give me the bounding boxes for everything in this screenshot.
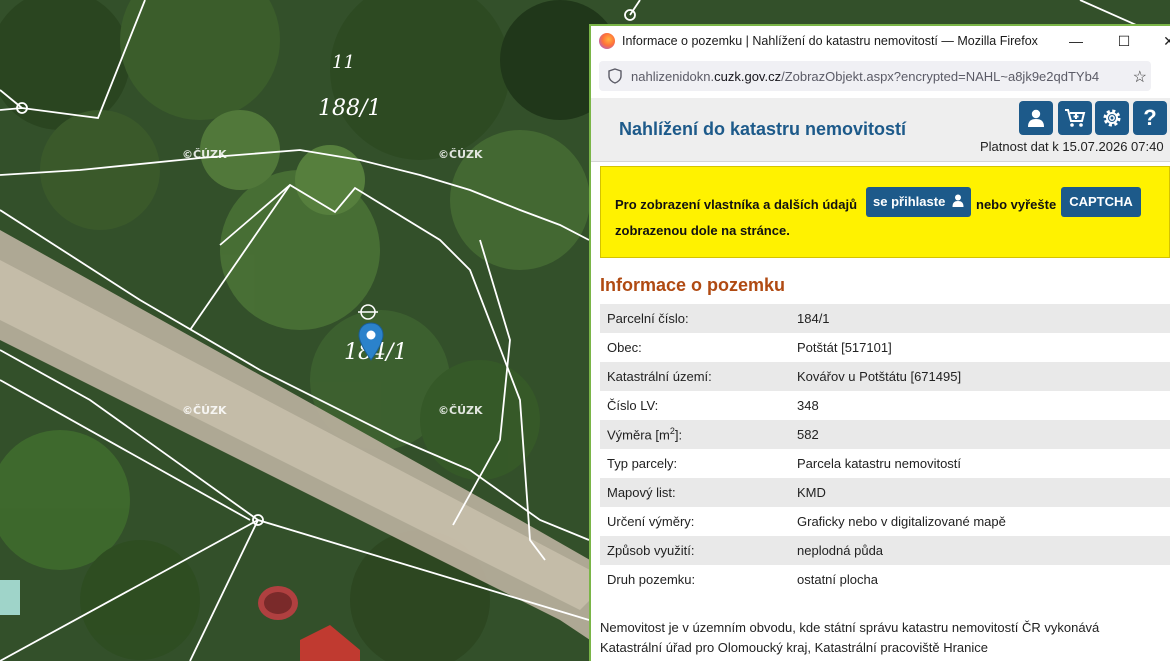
user-button[interactable] [1019, 101, 1053, 135]
parcel-info-table: Parcelní číslo: 184/1 Obec: Potštát [517… [600, 304, 1170, 594]
minimize-button[interactable]: — [1056, 30, 1096, 52]
help-button[interactable]: ? [1133, 101, 1167, 135]
map-watermark: ©ČÚZK [438, 404, 483, 417]
row-label: Obec: [600, 333, 790, 362]
table-row: Mapový list: KMD [600, 478, 1170, 507]
cart-icon [1065, 109, 1086, 127]
row-value: 348 [790, 391, 1170, 420]
url-text[interactable]: nahlizenidokn.cuzk.gov.cz/ZobrazObjekt.a… [631, 69, 1099, 84]
captcha-button[interactable]: CAPTCHA [1061, 187, 1141, 217]
row-label: Způsob využití: [600, 536, 790, 565]
notice-text: Pro zobrazení vlastníka a dalších údajů [615, 197, 858, 212]
row-value: 582 [790, 420, 1170, 449]
login-notice-banner: Pro zobrazení vlastníka a dalších údajů … [600, 166, 1170, 258]
row-value: Potštát [517101] [790, 333, 1170, 362]
help-icon: ? [1143, 105, 1157, 130]
notice-text: nebo vyřešte [976, 197, 1057, 212]
jurisdiction-note: Nemovitost je v územním obvodu, kde stát… [600, 620, 1100, 655]
user-icon [952, 194, 964, 207]
row-value: Kovářov u Potštátu [671495] [790, 362, 1170, 391]
address-bar[interactable]: nahlizenidokn.cuzk.gov.cz/ZobrazObjekt.a… [599, 61, 1151, 91]
parcel-number-label: 188/1 [318, 96, 382, 121]
app-header: Nahlížení do katastru nemovitostí ? Plat… [591, 98, 1170, 162]
bookmark-star-icon[interactable]: ☆ [1133, 67, 1147, 87]
row-label: Katastrální území: [600, 362, 790, 391]
table-row: Číslo LV: 348 [600, 391, 1170, 420]
row-value: Graficky nebo v digitalizované mapě [790, 507, 1170, 536]
row-label: Určení výměry: [600, 507, 790, 536]
maximize-button[interactable]: ☐ [1104, 30, 1144, 52]
browser-popup-window: Informace o pozemku | Nahlížení do katas… [589, 24, 1170, 661]
navigation-bar: nahlizenidokn.cuzk.gov.cz/ZobrazObjekt.a… [591, 56, 1170, 96]
window-titlebar[interactable]: Informace o pozemku | Nahlížení do katas… [591, 26, 1170, 56]
cart-button[interactable] [1058, 101, 1092, 135]
parcel-number-label: 11 [332, 52, 355, 73]
row-value: ostatní plocha [790, 565, 1170, 594]
table-row: Obec: Potštát [517101] [600, 333, 1170, 362]
table-row: Katastrální území: Kovářov u Potštátu [6… [600, 362, 1170, 391]
location-pin-icon[interactable] [358, 322, 384, 362]
app-title[interactable]: Nahlížení do katastru nemovitostí [619, 119, 906, 140]
row-value: 184/1 [790, 304, 1170, 333]
notice-text: zobrazenou dole na stránce. [615, 223, 790, 238]
section-title: Informace o pozemku [600, 275, 786, 295]
settings-button[interactable] [1095, 101, 1129, 135]
page-content: Nahlížení do katastru nemovitostí ? Plat… [591, 98, 1170, 661]
table-row: Výměra [m2]: 582 [600, 420, 1170, 449]
login-button[interactable]: se přihlaste [866, 187, 971, 217]
row-label: Parcelní číslo: [600, 304, 790, 333]
table-row: Druh pozemku: ostatní plocha [600, 565, 1170, 594]
row-value: KMD [790, 478, 1170, 507]
row-label: Druh pozemku: [600, 565, 790, 594]
table-row: Parcelní číslo: 184/1 [600, 304, 1170, 333]
site-security-icon[interactable] [607, 68, 623, 84]
table-row: Určení výměry: Graficky nebo v digitaliz… [600, 507, 1170, 536]
map-watermark: ©ČÚZK [182, 148, 227, 161]
user-icon [1028, 109, 1044, 127]
close-button[interactable]: ✕ [1149, 30, 1170, 52]
row-label: Číslo LV: [600, 391, 790, 420]
row-label: Mapový list: [600, 478, 790, 507]
map-watermark: ©ČÚZK [182, 404, 227, 417]
data-validity-text: Platnost dat k 15.07.2026 07:40 [980, 139, 1164, 154]
table-row: Typ parcely: Parcela katastru nemovitost… [600, 449, 1170, 478]
row-label: Výměra [m2]: [600, 420, 790, 449]
window-title: Informace o pozemku | Nahlížení do katas… [622, 34, 1038, 48]
table-row: Způsob využití: neplodná půda [600, 536, 1170, 565]
map-watermark: ©ČÚZK [438, 148, 483, 161]
firefox-icon [599, 33, 615, 49]
row-label: Typ parcely: [600, 449, 790, 478]
settings-icon [1103, 109, 1121, 127]
row-value: Parcela katastru nemovitostí [790, 449, 1170, 478]
row-value: neplodná půda [790, 536, 1170, 565]
